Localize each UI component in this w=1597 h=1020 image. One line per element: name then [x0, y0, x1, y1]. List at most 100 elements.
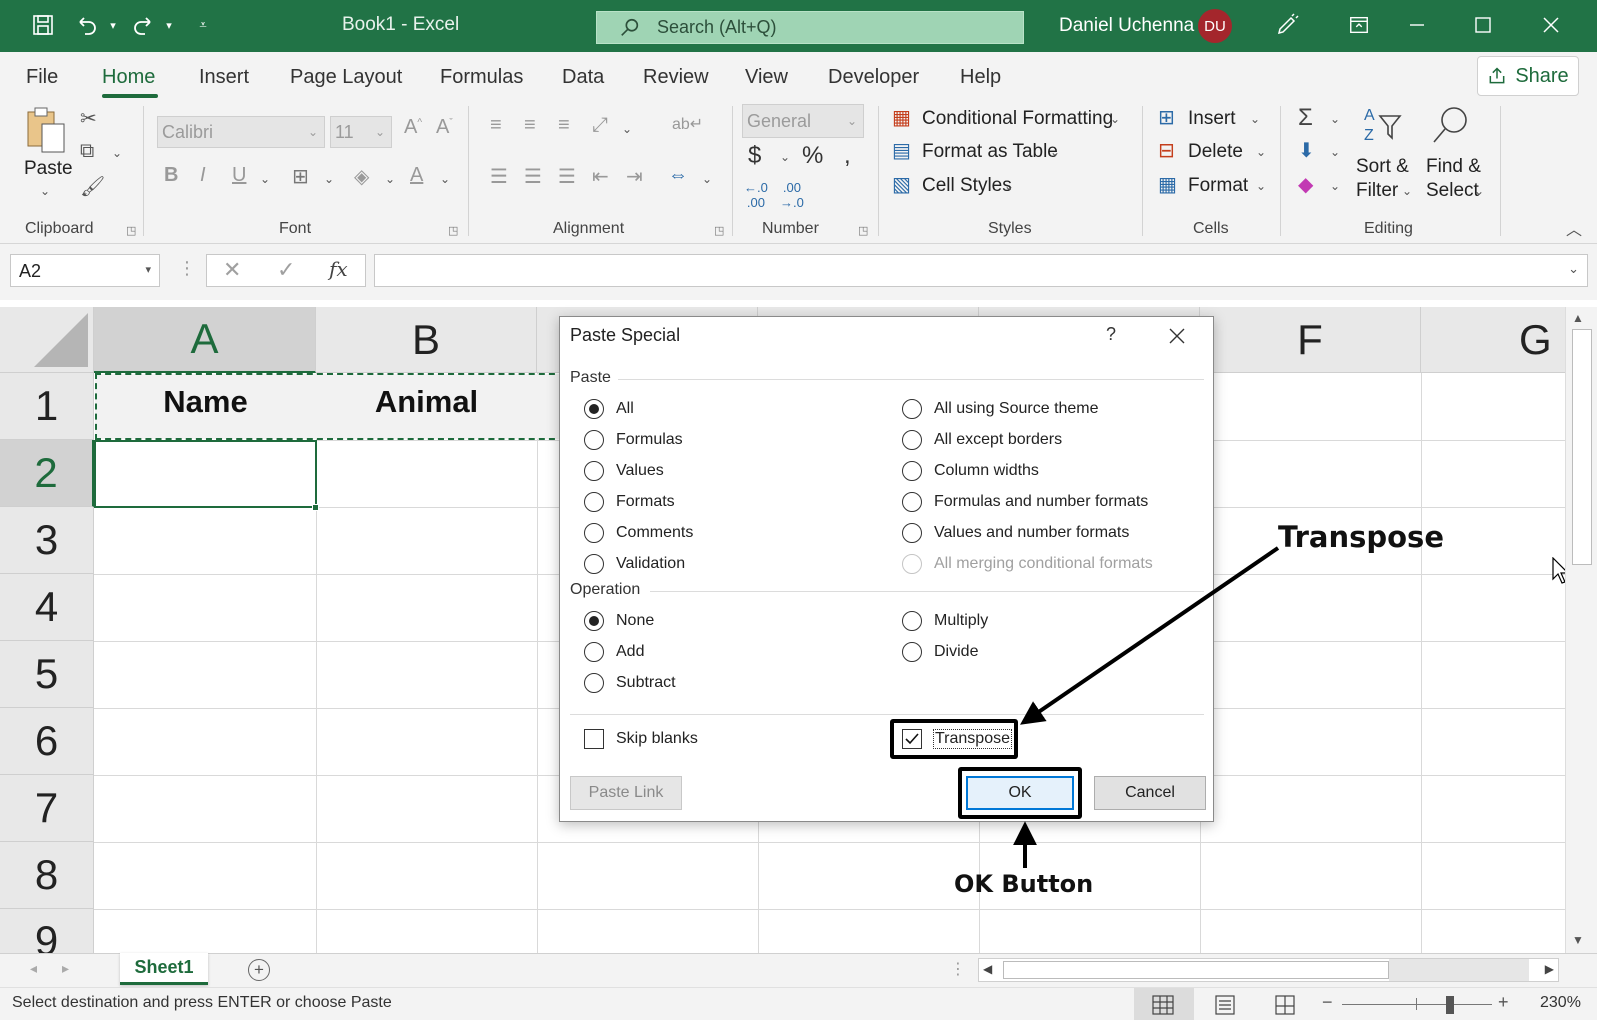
decrease-decimal-icon[interactable]: .00 →.0 [780, 180, 804, 210]
operation-subtract-radio[interactable]: Subtract [584, 673, 676, 693]
name-box-dropdown-icon[interactable]: ▾ [145, 263, 151, 276]
percent-icon[interactable]: % [802, 142, 823, 170]
bold-icon[interactable]: B [164, 164, 178, 187]
clear-dropdown-icon[interactable]: ⌄ [1330, 179, 1340, 193]
ok-button[interactable]: OK [966, 776, 1074, 810]
fill-color-icon[interactable]: ◈ [354, 164, 369, 189]
conditional-dropdown-icon[interactable]: ⌄ [1110, 112, 1120, 126]
row-header-3[interactable]: 3 [0, 507, 94, 574]
operation-divide-radio[interactable]: Divide [902, 642, 978, 662]
find-dropdown-icon[interactable]: ⌄ [1474, 184, 1484, 198]
tab-formulas[interactable]: Formulas [440, 66, 523, 89]
conditional-formatting-icon[interactable]: ▦ [892, 105, 911, 130]
sheet-tab-sheet1[interactable]: Sheet1 [120, 953, 208, 985]
underline-icon[interactable]: U [232, 164, 246, 187]
scroll-right-icon[interactable]: ▶ [1545, 962, 1554, 976]
paste-dropdown-icon[interactable]: ⌄ [40, 184, 50, 198]
tab-data[interactable]: Data [562, 66, 604, 89]
tab-review[interactable]: Review [643, 66, 709, 89]
row-header-2[interactable]: 2 [0, 440, 94, 507]
currency-dropdown-icon[interactable]: ⌄ [780, 150, 790, 164]
pen-icon[interactable] [1272, 10, 1302, 40]
fill-dropdown-icon[interactable]: ⌄ [385, 172, 395, 186]
column-header-a[interactable]: A [94, 307, 316, 373]
avatar[interactable]: DU [1198, 9, 1232, 43]
fill-handle[interactable] [312, 504, 319, 511]
normal-view-button[interactable] [1134, 988, 1194, 1020]
paste-values-radio[interactable]: Values [584, 461, 664, 481]
zoom-out-icon[interactable]: − [1322, 992, 1333, 1013]
scroll-thumb[interactable] [1572, 329, 1592, 565]
confirm-entry-icon[interactable]: ✓ [277, 257, 295, 283]
tab-insert[interactable]: Insert [199, 66, 249, 89]
column-header-b[interactable]: B [316, 307, 537, 373]
scroll-left-icon[interactable]: ◀ [983, 962, 992, 976]
row-header-4[interactable]: 4 [0, 574, 94, 641]
increase-font-icon[interactable]: A^ [404, 116, 422, 139]
font-color-icon[interactable]: A [410, 164, 423, 187]
active-cell-a2[interactable] [94, 440, 317, 508]
tab-developer[interactable]: Developer [828, 66, 919, 89]
borders-dropdown-icon[interactable]: ⌄ [324, 172, 334, 186]
insert-dropdown-icon[interactable]: ⌄ [1250, 112, 1260, 126]
column-header-f[interactable]: F [1200, 307, 1421, 373]
find-select-label-1[interactable]: Find & [1426, 156, 1481, 178]
paste-link-button[interactable]: Paste Link [570, 776, 682, 810]
column-header-g[interactable]: G [1421, 307, 1565, 373]
sort-filter-label-1[interactable]: Sort & [1356, 156, 1409, 178]
page-layout-view-icon[interactable] [1214, 995, 1236, 1015]
expand-formula-icon[interactable]: ⌄ [1568, 261, 1579, 277]
number-format-select[interactable]: General ⌄ [742, 104, 864, 138]
align-center-icon[interactable]: ☰ [524, 164, 542, 189]
zoom-in-icon[interactable]: + [1498, 992, 1509, 1013]
user-name[interactable]: Daniel Uchenna [1059, 15, 1194, 37]
fill-dropdown-icon[interactable]: ⌄ [1330, 145, 1340, 159]
row-header-8[interactable]: 8 [0, 842, 94, 909]
add-sheet-icon[interactable]: + [248, 959, 270, 981]
format-cells-icon[interactable]: ▦ [1158, 172, 1177, 197]
paste-except-borders-radio[interactable]: All except borders [902, 430, 1062, 450]
h-scroll-thumb[interactable] [1003, 961, 1389, 979]
insert-function-button[interactable]: fx [329, 257, 348, 281]
sort-dropdown-icon[interactable]: ⌄ [1402, 184, 1412, 198]
format-painter-icon[interactable]: 🖌 [80, 174, 105, 199]
row-header-5[interactable]: 5 [0, 641, 94, 708]
save-icon[interactable] [28, 10, 58, 40]
insert-cells-icon[interactable]: ⊞ [1158, 105, 1175, 130]
sort-filter-label-2[interactable]: Filter [1356, 180, 1398, 202]
font-family-select[interactable]: Calibri ⌄ [157, 116, 325, 148]
delete-dropdown-icon[interactable]: ⌄ [1256, 145, 1266, 159]
paste-formulas-radio[interactable]: Formulas [584, 430, 683, 450]
delete-cells-button[interactable]: Delete [1188, 141, 1243, 163]
italic-icon[interactable]: I [200, 164, 206, 187]
top-align-icon[interactable]: ≡ [490, 114, 502, 137]
ribbon-display-icon[interactable] [1344, 10, 1374, 40]
cell-styles-dropdown-icon[interactable]: ⌄ [1004, 179, 1014, 193]
paste-comments-radio[interactable]: Comments [584, 523, 693, 543]
row-header-6[interactable]: 6 [0, 708, 94, 775]
paste-formats-radio[interactable]: Formats [584, 492, 675, 512]
find-select-icon[interactable] [1428, 104, 1472, 154]
vertical-scrollbar[interactable]: ▲ ▼ [1565, 307, 1597, 953]
delete-cells-icon[interactable]: ⊟ [1158, 138, 1175, 163]
align-left-icon[interactable]: ☰ [490, 164, 508, 189]
decrease-font-icon[interactable]: Aˇ [436, 116, 453, 139]
decrease-indent-icon[interactable]: ⇤ [592, 164, 609, 189]
select-all-corner[interactable] [0, 307, 94, 373]
paste-formulas-number-formats-radio[interactable]: Formulas and number formats [902, 492, 1148, 512]
formula-input[interactable]: ⌄ [374, 254, 1588, 287]
paste-validation-radio[interactable]: Validation [584, 554, 685, 574]
operation-none-radio[interactable]: None [584, 611, 654, 631]
skip-blanks-checkbox[interactable]: Skip blanks [584, 729, 698, 749]
copy-icon[interactable]: ⧉ [80, 140, 94, 163]
share-button[interactable]: Share [1477, 56, 1579, 96]
close-icon[interactable] [1536, 10, 1566, 40]
tab-view[interactable]: View [745, 66, 788, 89]
sort-filter-icon[interactable]: AZ [1360, 104, 1404, 152]
collapse-ribbon-icon[interactable]: ︿ [1566, 216, 1582, 240]
prev-sheet-icon[interactable]: ◂ [30, 960, 37, 977]
tab-file[interactable]: File [26, 66, 58, 89]
zoom-level[interactable]: 230% [1540, 994, 1581, 1012]
format-cells-button[interactable]: Format [1188, 175, 1248, 197]
align-right-icon[interactable]: ☰ [558, 164, 576, 189]
